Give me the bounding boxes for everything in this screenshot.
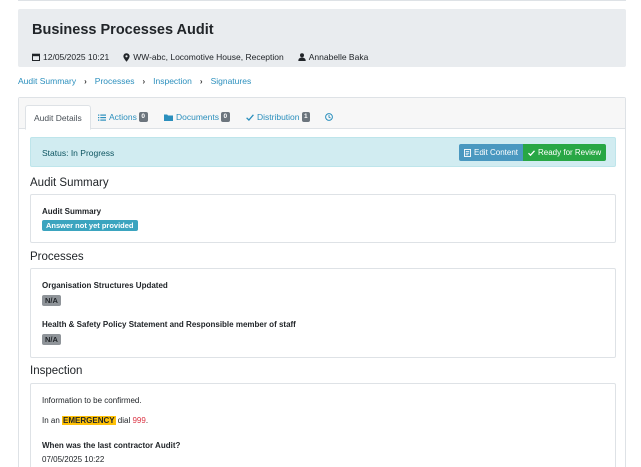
inspection-answer-1: 07/05/2025 10:22 [42,455,105,464]
list-icon [98,114,106,121]
chevron-right-icon: › [84,76,87,86]
map-marker-icon [123,52,130,62]
audit-card: Audit Details Actions 0 Documents 0 Dist… [18,97,626,467]
status-text: Status: In Progress [42,148,115,158]
processes-question-1: Organisation Structures Updated [42,281,168,290]
tab-bar: Audit Details Actions 0 Documents 0 Dist… [19,98,625,130]
processes-question-2: Health & Safety Policy Statement and Res… [42,320,296,329]
datetime-meta: 12/05/2025 10:21 [32,52,109,62]
documents-count-badge: 0 [221,112,230,122]
header-meta: 12/05/2025 10:21 WW-abc, Locomotive Hous… [32,52,382,62]
top-divider [18,0,626,1]
distribution-count-badge: 1 [301,112,311,122]
tab-audit-details-label: Audit Details [34,112,82,123]
tab-distribution-label: Distribution [257,112,300,122]
actions-count-badge: 0 [138,112,148,122]
tab-actions[interactable]: Actions 0 [98,105,148,129]
emergency-highlight: EMERGENCY [62,416,116,425]
answer-status-badge: Answer not yet provided [42,220,138,231]
emergency-number: 999 [132,416,146,425]
processes-panel: Organisation Structures Updated N/A Heal… [30,268,616,358]
emergency-suffix: . [145,416,149,425]
edit-document-icon [464,148,471,157]
check-icon [246,113,254,121]
inspection-question-1: When was the last contractor Audit? [42,441,181,450]
processes-heading: Processes [30,251,84,263]
audit-datetime: 12/05/2025 10:21 [43,52,110,62]
breadcrumb: Audit Summary › Processes › Inspection ›… [18,76,251,86]
inspection-panel: Information to be confirmed. In an EMERG… [30,383,616,467]
folder-icon [164,114,173,121]
audit-summary-panel: Audit Summary Answer not yet provided [30,194,616,243]
tab-history[interactable] [325,105,336,129]
audit-user: Annabelle Baka [308,52,369,62]
check-icon [528,149,535,156]
inspection-heading: Inspection [30,365,83,377]
calendar-icon [32,53,40,61]
emergency-mid: dial [115,416,133,425]
audit-summary-heading: Audit Summary [30,177,109,189]
tab-audit-details[interactable]: Audit Details [25,105,91,130]
breadcrumb-inspection[interactable]: Inspection [153,76,192,86]
inspection-info-text: Information to be confirmed. [42,396,142,405]
emergency-notice: In an EMERGENCY dial 999. [42,416,148,425]
na-badge: N/A [42,295,61,306]
edit-content-button[interactable]: Edit Content [459,144,524,161]
chevron-right-icon: › [199,76,203,86]
breadcrumb-signatures[interactable]: Signatures [211,76,252,86]
location-meta: WW-abc, Locomotive House, Reception [123,52,284,62]
breadcrumb-processes[interactable]: Processes [95,76,135,86]
edit-content-label: Edit Content [474,148,519,157]
tab-distribution[interactable]: Distribution 1 [246,105,311,129]
user-meta: Annabelle Baka [298,52,369,62]
chevron-right-icon: › [142,76,146,86]
na-badge: N/A [42,334,61,345]
audit-location: WW-abc, Locomotive House, Reception [133,52,284,62]
audit-summary-question: Audit Summary [42,207,102,216]
ready-for-review-button[interactable]: Ready for Review [523,144,607,161]
emergency-prefix: In an [42,416,63,425]
status-alert: Status: In Progress Edit Content Ready f… [30,137,616,167]
tab-actions-label: Actions [109,112,137,122]
ready-for-review-label: Ready for Review [538,148,602,157]
clock-icon [325,113,333,121]
user-icon [298,53,306,61]
page-title: Business Processes Audit [32,22,214,38]
audit-header: Business Processes Audit 12/05/2025 10:2… [18,9,626,67]
breadcrumb-audit-summary[interactable]: Audit Summary [18,76,76,86]
tab-documents-label: Documents [176,112,219,122]
tab-documents[interactable]: Documents 0 [164,105,230,129]
